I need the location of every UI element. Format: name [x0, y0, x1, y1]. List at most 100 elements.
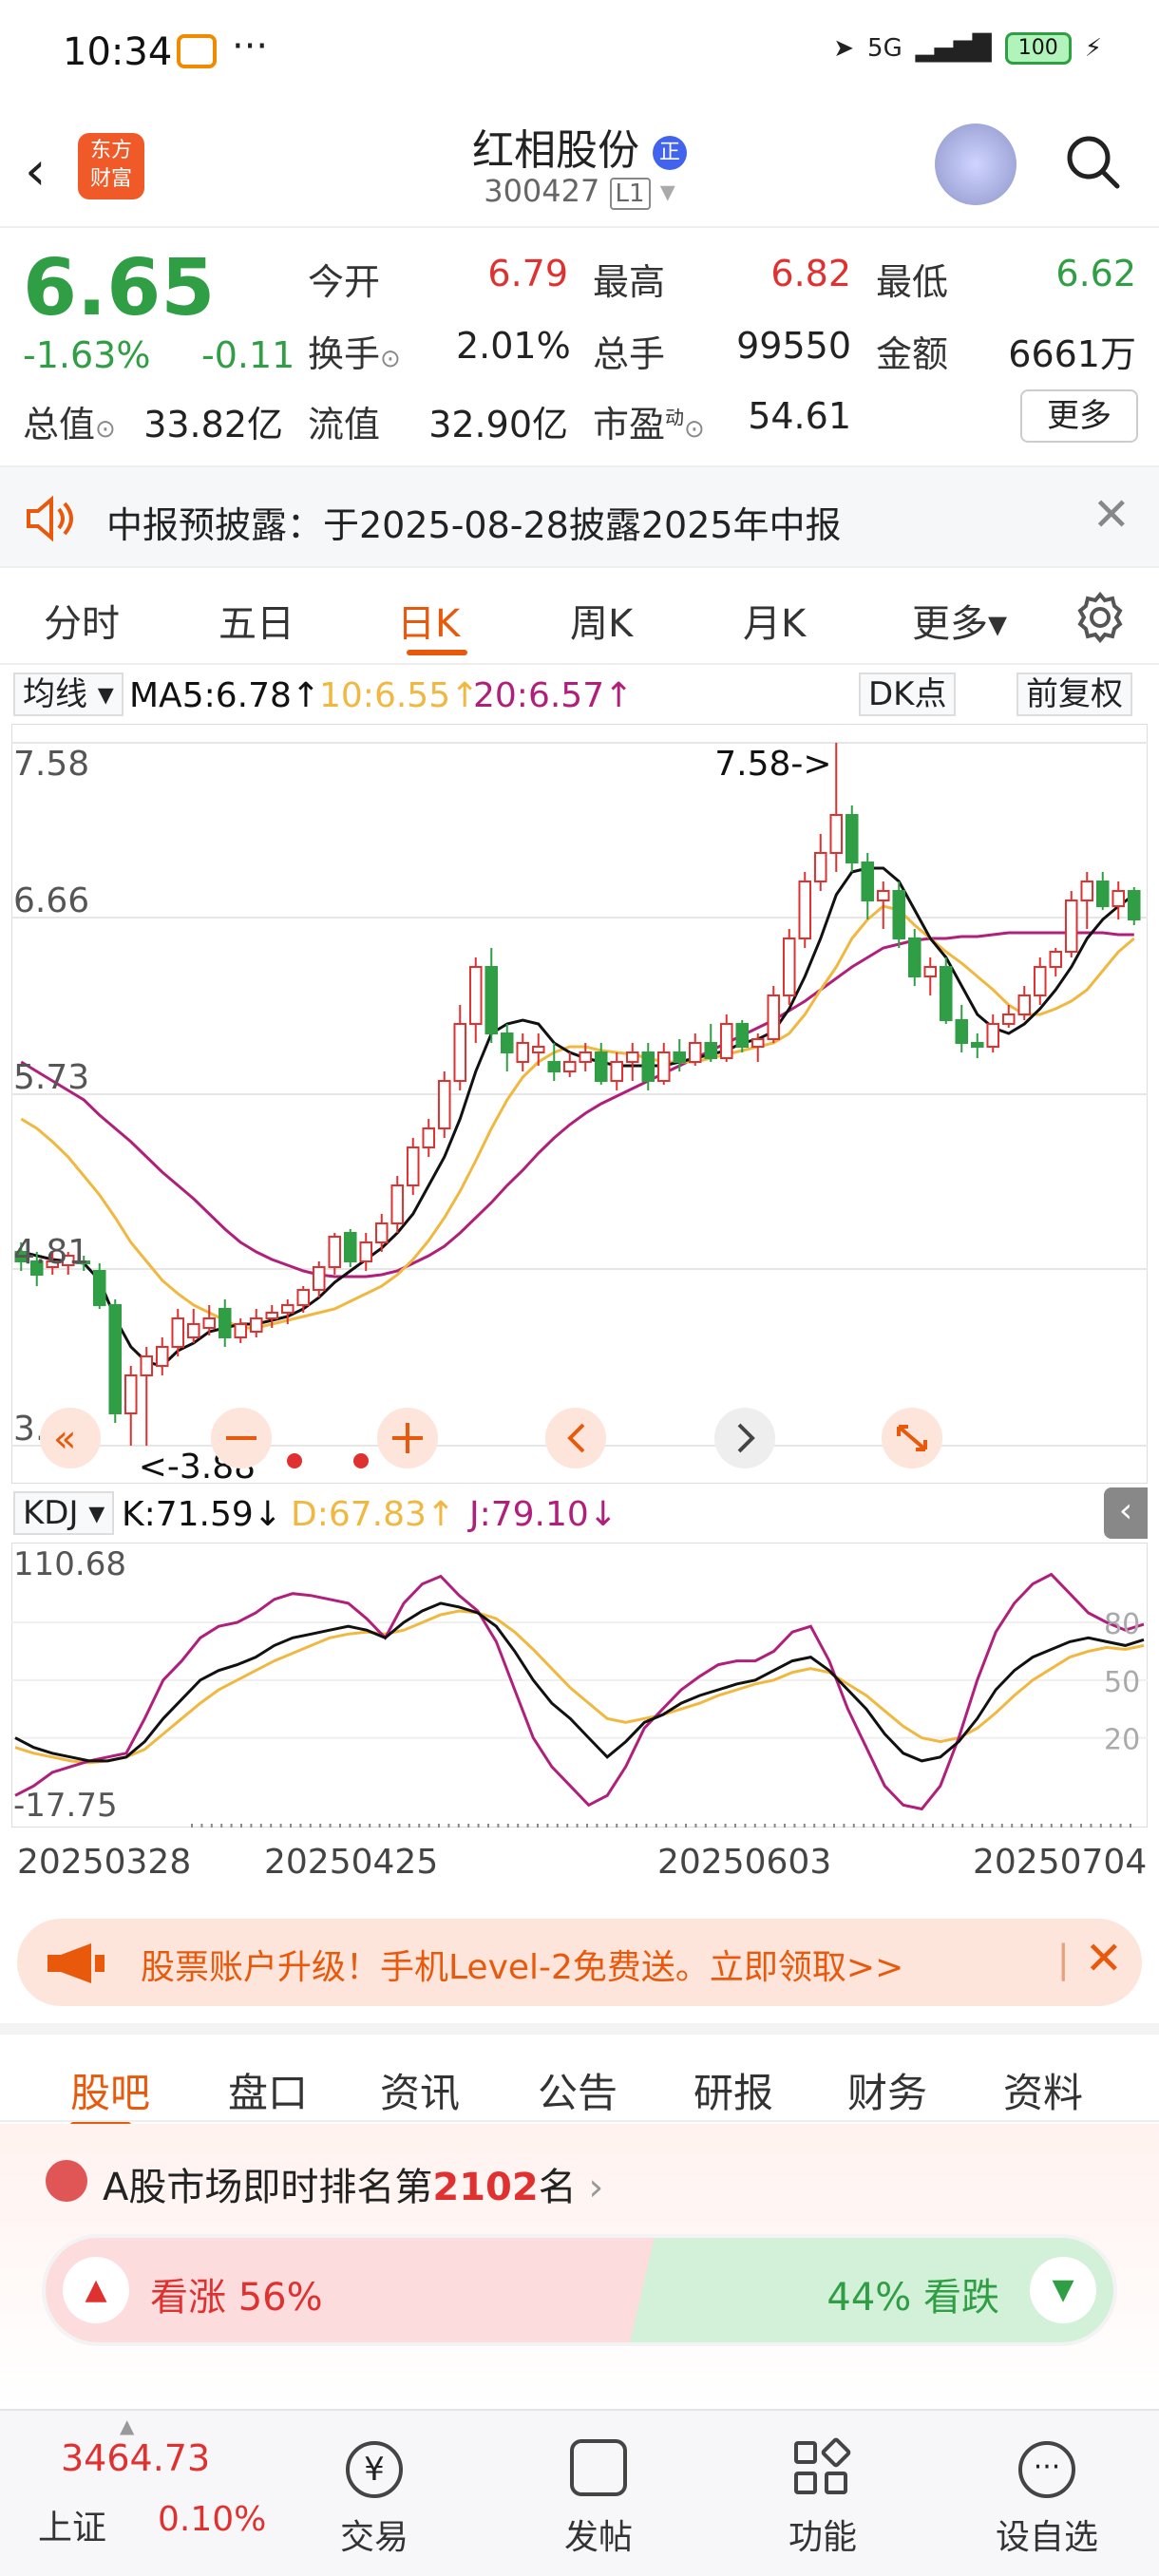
- ma-legend: 均线 ▾ MA5:6.78↑ 10:6.55↑ 20:6.57↑ DK点 前复权: [0, 665, 1159, 724]
- candle-body: [437, 1080, 451, 1129]
- charging-icon: ⚡: [1084, 34, 1102, 63]
- candle-body: [500, 1032, 514, 1053]
- tab-daily-k[interactable]: 日K: [397, 593, 460, 648]
- tab-financials[interactable]: 财务: [847, 2061, 927, 2119]
- status-more: ···: [232, 25, 269, 68]
- tab-announcements[interactable]: 公告: [538, 2061, 618, 2119]
- dk-point-toggle[interactable]: DK点: [859, 672, 957, 716]
- candle-body: [171, 1317, 185, 1348]
- y-tick-label: 4.81: [13, 1233, 89, 1272]
- candle-body: [625, 1051, 639, 1063]
- mktcap-label[interactable]: 总值⊙: [23, 395, 116, 447]
- candle-body: [1017, 994, 1032, 1015]
- rank-chart-icon: [46, 2160, 87, 2202]
- pe-value: 54.61: [748, 395, 851, 437]
- candle-body: [861, 862, 875, 901]
- candle-body: [656, 1051, 671, 1082]
- tab-monthly-k[interactable]: 月K: [743, 593, 806, 648]
- inner-tick-label: 50: [1104, 1666, 1140, 1699]
- bullish-vote-button[interactable]: ▲: [63, 2257, 129, 2323]
- tab-orderbook[interactable]: 盘口: [228, 2061, 308, 2119]
- ma-selector[interactable]: 均线 ▾: [13, 672, 124, 716]
- candle-body: [155, 1346, 169, 1367]
- step-left-button[interactable]: [545, 1408, 606, 1468]
- float-value: 32.90亿: [428, 404, 568, 445]
- collapse-panel-button[interactable]: ‹: [1104, 1487, 1148, 1539]
- promo-banner[interactable]: 股票账户升级！手机Level-2免费送。立即领取>> | ✕: [17, 1919, 1142, 2006]
- candle-body: [359, 1241, 373, 1262]
- candle-body: [296, 1289, 311, 1306]
- candle-body: [1127, 890, 1141, 920]
- quote-panel: 6.65 -1.63% -0.11 今开 6.79 最高 6.82 最低 6.6…: [0, 228, 1159, 465]
- candle-body: [782, 938, 796, 996]
- notice-bar[interactable]: 中报预披露：于2025-08-28披露2025年中报 ✕: [0, 465, 1159, 568]
- tab-forum[interactable]: 股吧: [70, 2061, 150, 2119]
- price-adjust-toggle[interactable]: 前复权: [1016, 672, 1132, 716]
- marker-dot[interactable]: [287, 1453, 302, 1468]
- speaker-icon: [27, 495, 73, 542]
- y-tick-label: -17.75: [13, 1787, 118, 1825]
- date-tick: 20250704: [973, 1843, 1148, 1882]
- candle-body: [1064, 900, 1078, 953]
- content-tabs: 股吧 盘口 资讯 公告 研报 财务 资料: [0, 2023, 1159, 2128]
- candle-body: [1080, 881, 1094, 901]
- tab-research[interactable]: 研报: [694, 2061, 773, 2119]
- pe-label[interactable]: 市盈动⊙: [593, 395, 705, 447]
- turnover-label[interactable]: 换手⊙: [308, 325, 401, 377]
- more-button[interactable]: 更多: [1020, 389, 1138, 443]
- candle-body: [202, 1317, 217, 1329]
- rank-link[interactable]: A股市场即时排名第2102名 ›: [103, 2156, 603, 2211]
- candle-body: [1033, 966, 1047, 996]
- tab-intraday[interactable]: 分时: [44, 593, 120, 648]
- tab-weekly-k[interactable]: 周K: [570, 593, 633, 648]
- candle-body: [374, 1222, 389, 1243]
- ma10-value: 10:6.55↑: [319, 676, 480, 715]
- step-right-button[interactable]: [714, 1408, 775, 1468]
- y-tick-label: 7.58: [13, 745, 89, 784]
- y-tick-label: 6.66: [13, 881, 89, 920]
- y-tick-label: 5.73: [13, 1058, 89, 1097]
- ma10-line: [20, 904, 1135, 1330]
- candle-body: [186, 1323, 200, 1338]
- kdj-k-value: K:71.59↓: [122, 1495, 282, 1534]
- kdj-chart[interactable]: 110.68 -17.75 80 50 20: [11, 1543, 1148, 1828]
- volume-value: 99550: [736, 325, 851, 367]
- candle-body: [406, 1146, 420, 1186]
- indicator-selector[interactable]: KDJ ▾: [13, 1491, 115, 1535]
- candle-body: [218, 1308, 232, 1338]
- tab-five-day[interactable]: 五日: [218, 593, 294, 648]
- candle-body: [610, 1061, 624, 1082]
- candle-body: [468, 966, 483, 1025]
- rank-prefix: A股市场即时排名第: [103, 2166, 433, 2209]
- candle-body: [1001, 1013, 1016, 1025]
- active-tab-indicator: [407, 650, 467, 655]
- search-icon[interactable]: [1062, 131, 1123, 192]
- candle-body: [562, 1061, 577, 1072]
- inner-tick-label: 20: [1104, 1724, 1140, 1757]
- current-price: 6.65: [23, 243, 216, 333]
- kdj-j-line: [14, 1572, 1145, 1811]
- bearish-vote-button[interactable]: ▼: [1030, 2257, 1096, 2323]
- status-icons: ➤ 5G ▂▄▆█ 100 ⚡: [833, 32, 1102, 65]
- close-icon[interactable]: ✕: [1092, 488, 1130, 541]
- kdj-legend: KDJ ▾ K:71.59↓ D:67.83↑ J:79.10↓ ‹: [0, 1484, 1159, 1543]
- signal-icon: ▂▄▆█: [915, 34, 992, 63]
- tab-news[interactable]: 资讯: [380, 2061, 460, 2119]
- date-tick: 20250425: [264, 1843, 439, 1882]
- candle-body: [579, 1051, 593, 1063]
- candlestick-chart[interactable]: 7.586.665.734.813.88 7.58-> <-3.88 «: [11, 724, 1148, 1484]
- gear-icon[interactable]: [1074, 591, 1127, 644]
- candle-body: [767, 994, 781, 1040]
- tab-profile[interactable]: 资料: [1003, 2061, 1083, 2119]
- candle-body: [907, 938, 922, 977]
- candle-body: [813, 852, 827, 882]
- low-value: 6.62: [1055, 253, 1136, 294]
- close-icon[interactable]: ✕: [1085, 1932, 1123, 1985]
- megaphone-icon: [48, 1943, 104, 1983]
- candle-body: [108, 1304, 123, 1414]
- amount-label: 金额: [876, 333, 949, 375]
- tab-more[interactable]: 更多▾: [912, 593, 1007, 648]
- robot-avatar-icon[interactable]: [935, 123, 1016, 205]
- marker-dot[interactable]: [353, 1453, 369, 1468]
- info-icon: ⊙: [684, 415, 705, 444]
